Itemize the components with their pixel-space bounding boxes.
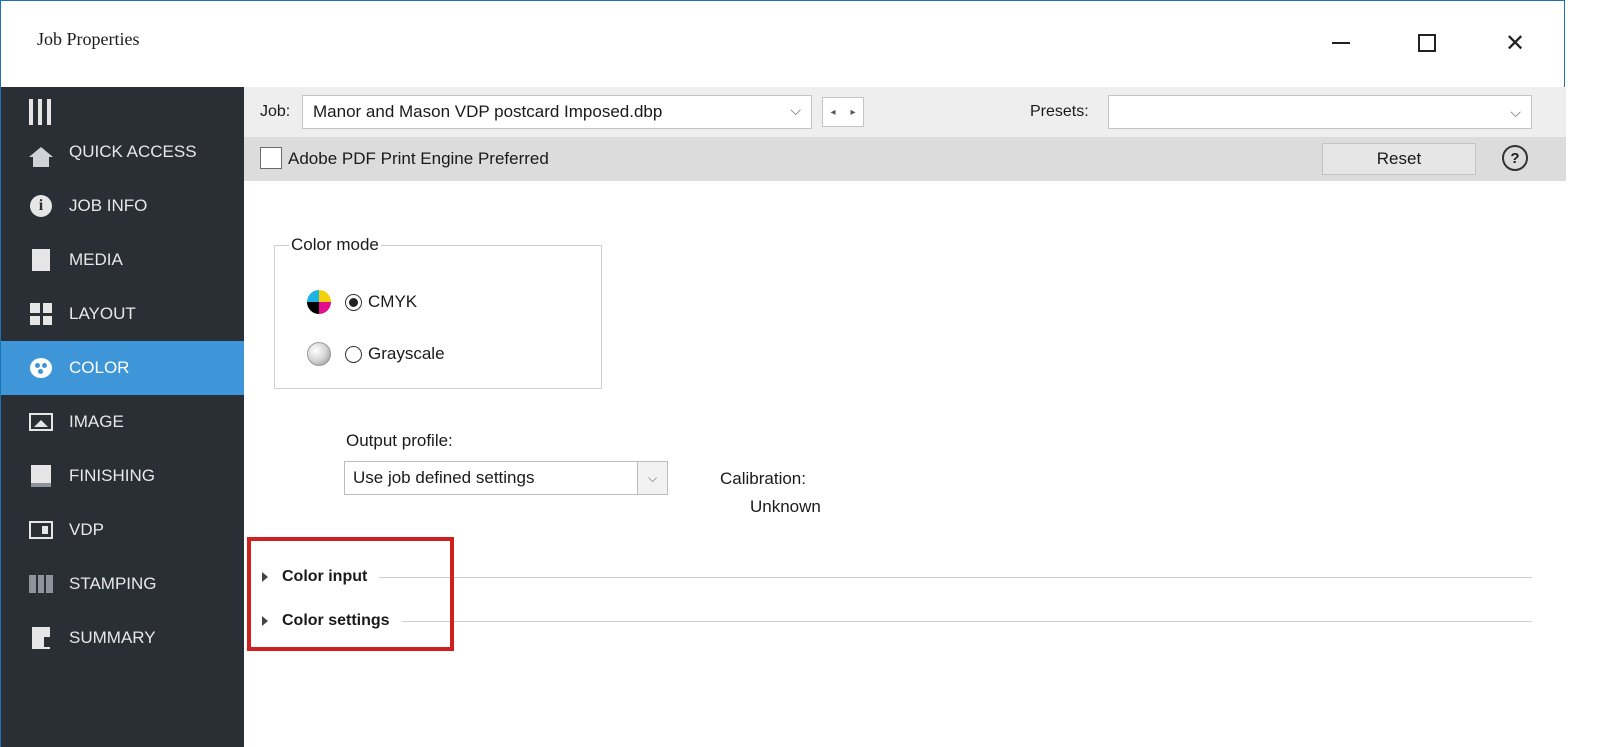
layout-icon	[29, 303, 53, 325]
sidebar-item-label: QUICK ACCESS	[69, 142, 197, 161]
document-icon	[29, 249, 53, 271]
reset-button[interactable]: Reset	[1322, 143, 1476, 175]
summary-icon	[29, 627, 54, 649]
highlight-box	[247, 537, 454, 651]
sidebar-item-label: IMAGE	[69, 412, 124, 431]
close-icon: ✕	[1504, 29, 1526, 57]
sidebar-item-stamping[interactable]: STAMPING	[1, 557, 244, 611]
job-select[interactable]: Manor and Mason VDP postcard Imposed.dbp…	[302, 95, 812, 129]
color-panel: Color mode CMYK Grayscale Output profile…	[244, 181, 1566, 747]
sidebar-item-label: STAMPING	[69, 574, 157, 593]
cmyk-option[interactable]: CMYK	[307, 288, 417, 316]
stamping-icon	[29, 573, 54, 595]
image-icon	[29, 411, 53, 433]
sidebar-item-finishing[interactable]: FINISHING	[1, 449, 244, 503]
color-mode-group: Color mode CMYK Grayscale	[274, 235, 602, 389]
job-properties-window: Job Properties ✕ QUICK ACCESS i JOB INFO…	[0, 0, 1566, 747]
presets-label: Presets:	[1030, 103, 1089, 120]
grayscale-color-icon	[307, 342, 331, 366]
vdp-icon	[29, 519, 53, 541]
job-label: Job:	[260, 103, 291, 120]
job-select-value: Manor and Mason VDP postcard Imposed.dbp	[313, 102, 663, 121]
sidebar-item-summary[interactable]: SUMMARY	[1, 611, 244, 665]
sidebar-item-label: FINISHING	[69, 466, 155, 485]
minimize-icon	[1332, 42, 1350, 44]
sidebar-item-color[interactable]: COLOR	[1, 341, 244, 395]
sidebar-item-label: JOB INFO	[69, 196, 148, 215]
chevron-down-icon: ⌵	[790, 102, 801, 118]
grayscale-radio[interactable]	[345, 345, 362, 363]
info-icon: i	[29, 195, 53, 217]
pdf-engine-checkbox[interactable]	[260, 147, 282, 169]
next-arrow-icon[interactable]: ▸	[850, 107, 855, 118]
sidebar-item-image[interactable]: IMAGE	[1, 395, 244, 449]
grayscale-option[interactable]: Grayscale	[307, 340, 445, 368]
pdf-engine-label: Adobe PDF Print Engine Preferred	[288, 149, 549, 168]
sidebar-item-label: COLOR	[69, 358, 130, 377]
sidebar-item-label: SUMMARY	[69, 628, 156, 647]
sidebar: QUICK ACCESS i JOB INFO MEDIA LAYOUT COL…	[1, 87, 244, 747]
window-title: Job Properties	[37, 29, 140, 49]
cmyk-label: CMYK	[368, 292, 418, 311]
pdf-engine-bar: Adobe PDF Print Engine Preferred Reset ?	[244, 137, 1566, 181]
palette-icon	[29, 357, 53, 379]
job-nav-arrows[interactable]: ◂ ▸	[822, 97, 864, 127]
color-mode-title: Color mode	[289, 235, 381, 255]
sidebar-item-job-info[interactable]: i JOB INFO	[1, 179, 244, 233]
chevron-down-icon[interactable]: ⌵	[637, 462, 667, 494]
minimize-button[interactable]	[1311, 23, 1371, 63]
presets-select[interactable]: ⌵	[1108, 95, 1532, 129]
section-divider	[379, 576, 1532, 578]
sidebar-item-media[interactable]: MEDIA	[1, 233, 244, 287]
help-icon[interactable]: ?	[1502, 145, 1528, 171]
output-profile-label: Output profile:	[346, 431, 453, 450]
cmyk-color-icon	[307, 290, 331, 314]
output-profile-select[interactable]: Use job defined settings ⌵	[344, 461, 668, 495]
title-bar: Job Properties ✕	[1, 1, 1564, 87]
sidebar-item-layout[interactable]: LAYOUT	[1, 287, 244, 341]
sidebar-item-label: VDP	[69, 520, 104, 539]
calibration-value: Unknown	[750, 497, 821, 516]
sidebar-item-quick-access[interactable]: QUICK ACCESS	[1, 125, 244, 179]
output-profile-value: Use job defined settings	[353, 468, 535, 487]
section-divider	[401, 620, 1532, 622]
job-toolbar: Job: Manor and Mason VDP postcard Impose…	[244, 87, 1566, 137]
grayscale-label: Grayscale	[368, 344, 445, 363]
cmyk-radio[interactable]	[345, 293, 362, 311]
calibration-label: Calibration:	[720, 469, 806, 488]
finishing-icon	[29, 465, 53, 487]
chevron-down-icon: ⌵	[1510, 104, 1521, 120]
hamburger-menu-icon[interactable]	[29, 99, 51, 125]
home-icon	[29, 141, 53, 167]
maximize-icon	[1418, 34, 1436, 52]
sidebar-item-vdp[interactable]: VDP	[1, 503, 244, 557]
maximize-button[interactable]	[1397, 23, 1457, 63]
sidebar-item-label: MEDIA	[69, 250, 123, 269]
previous-arrow-icon[interactable]: ◂	[830, 107, 835, 118]
sidebar-item-label: LAYOUT	[69, 304, 136, 323]
close-button[interactable]: ✕	[1485, 23, 1545, 63]
